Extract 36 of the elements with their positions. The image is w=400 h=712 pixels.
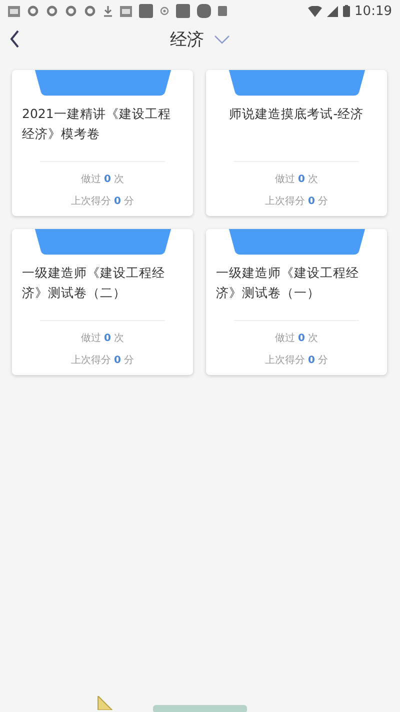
attempt-count: 做过 0 次 [274,332,318,345]
notification-icon [120,6,132,16]
notification-icon [139,4,153,18]
battery-icon [342,5,350,17]
exam-title: 2021一建精讲《建设工程经济》模考卷 [22,104,172,143]
shield-icon [160,6,169,16]
status-time: 10:19 [354,4,392,18]
signal-icon [326,6,338,16]
download-icon [103,5,113,17]
notification-icon [65,5,77,17]
exam-title: 一级建造师《建设工程经济》测试卷（一） [216,264,360,302]
exam-card[interactable]: 一级建造师《建设工程经济》测试卷（一） 做过 0 次 上次得分 0 分 [206,229,387,375]
attempt-count: 做过 0 次 [274,172,318,186]
exam-card[interactable]: 师说建造摸底考试-经济 做过 0 次 上次得分 0 分 [206,70,387,216]
last-score: 上次得分 0 分 [70,194,134,208]
last-score: 上次得分 0 分 [70,354,134,367]
notification-icon [8,6,20,16]
attempt-count: 做过 0 次 [80,332,124,345]
last-score: 上次得分 0 分 [264,354,328,367]
chevron-down-icon [214,34,230,44]
subject-dropdown[interactable]: 经济 [170,28,230,50]
exam-title: 师说建造摸底考试-经济 [229,104,364,123]
last-score: 上次得分 0 分 [264,194,328,208]
notification-icon [176,4,190,18]
exam-card[interactable]: 一级建造师《建设工程经济》测试卷（二） 做过 0 次 上次得分 0 分 [12,229,193,375]
cursor-icon [97,696,113,710]
exam-card[interactable]: 2021一建精讲《建设工程经济》模考卷 做过 0 次 上次得分 0 分 [12,70,193,216]
wifi-icon [308,6,322,16]
notification-icon [197,4,211,18]
notification-icon [84,5,96,17]
back-icon [10,30,20,48]
exam-title: 一级建造师《建设工程经济》测试卷（二） [22,264,166,302]
attempt-count: 做过 0 次 [80,172,124,186]
notification-icon [46,5,58,17]
notification-icon [218,6,227,16]
notification-icon [27,5,39,17]
